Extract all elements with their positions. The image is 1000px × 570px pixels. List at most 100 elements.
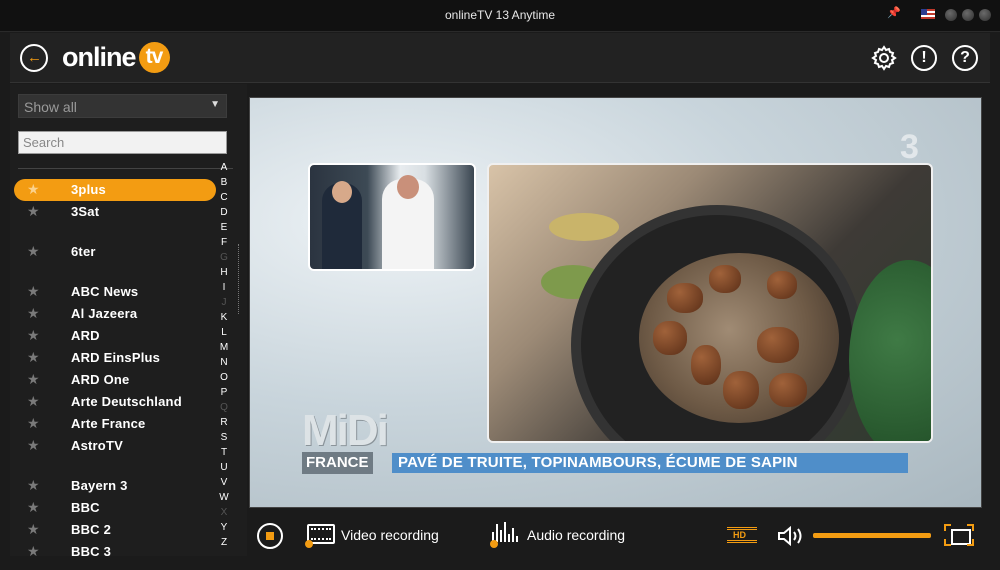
star-icon[interactable]: ★ (27, 543, 40, 556)
player-controls: Video recording Audio recording (249, 512, 982, 558)
alpha-letter-e[interactable]: E (216, 220, 232, 235)
channel-item-bbc[interactable]: ★ BBC (14, 497, 216, 519)
star-icon[interactable]: ★ (27, 203, 40, 220)
channel-name: Al Jazeera (71, 306, 138, 321)
alpha-letter-x: X (220, 507, 228, 518)
pin-icon[interactable]: 📌 (887, 6, 901, 20)
star-icon[interactable]: ★ (27, 243, 40, 260)
alpha-letter-p[interactable]: P (216, 385, 232, 400)
channel-name: Bayern 3 (71, 478, 128, 493)
star-icon[interactable]: ★ (27, 305, 40, 322)
channel-name: AstroTV (71, 438, 123, 453)
channel-item-6ter[interactable]: ★ 6ter (14, 241, 216, 263)
speaker-glyph (778, 525, 802, 547)
star-icon[interactable]: ★ (27, 499, 40, 516)
speaker-icon[interactable] (777, 525, 807, 547)
food-piece (723, 371, 759, 409)
channel-name: ARD EinsPlus (71, 350, 161, 365)
star-icon[interactable]: ★ (27, 327, 40, 344)
alpha-letter-s[interactable]: S (216, 430, 232, 445)
alpha-letter-k[interactable]: K (216, 310, 232, 325)
alpha-letter-t[interactable]: T (216, 445, 232, 460)
volume-level (813, 533, 931, 538)
record-dot-icon (305, 540, 313, 548)
alpha-letter-w[interactable]: W (216, 490, 232, 505)
star-icon[interactable]: ★ (27, 181, 40, 198)
alpha-letter-n[interactable]: N (216, 355, 232, 370)
channel-item-abc-news[interactable]: ★ ABC News (14, 281, 216, 303)
channel-item-arte-france[interactable]: ★ Arte France (14, 413, 216, 435)
corner-mark (944, 524, 951, 531)
channel-item-bayern-3[interactable]: ★ Bayern 3 (14, 475, 216, 497)
channel-item-bbc-2[interactable]: ★ BBC 2 (14, 519, 216, 541)
star-icon[interactable]: ★ (27, 371, 40, 388)
channel-item-ard-einsplus[interactable]: ★ ARD EinsPlus (14, 347, 216, 369)
channel-item-ard[interactable]: ★ ARD (14, 325, 216, 347)
channel-name: 3plus (71, 182, 106, 197)
channel-item-al-jazeera[interactable]: ★ Al Jazeera (14, 303, 216, 325)
star-icon[interactable]: ★ (27, 393, 40, 410)
alpha-letter-b[interactable]: B (216, 175, 232, 190)
alpha-letter-u[interactable]: U (216, 460, 232, 475)
video-recording-button[interactable]: Video recording (305, 522, 447, 550)
arrow-left-icon: ← (27, 49, 42, 66)
channel-item-arte-deutschland[interactable]: ★ Arte Deutschland (14, 391, 216, 413)
alpha-letter-f[interactable]: F (216, 235, 232, 250)
alpha-letter-o[interactable]: O (216, 370, 232, 385)
channel-item-bbc-3[interactable]: ★ BBC 3 (14, 541, 216, 556)
channel-item-astrotv[interactable]: ★ AstroTV (14, 435, 216, 457)
alpha-letter-m[interactable]: M (216, 340, 232, 355)
alpha-letter-a[interactable]: A (216, 160, 232, 175)
star-icon[interactable]: ★ (27, 283, 40, 300)
settings-button[interactable] (871, 45, 897, 71)
audio-recording-button[interactable]: Audio recording (490, 522, 632, 550)
alpha-letter-v[interactable]: V (216, 475, 232, 490)
alpha-letter-z[interactable]: Z (216, 535, 232, 550)
alpha-letter-h[interactable]: H (216, 265, 232, 280)
alpha-letter-i[interactable]: I (216, 280, 232, 295)
us-flag-icon[interactable] (921, 9, 935, 19)
channel-item-3sat[interactable]: ★ 3Sat (14, 201, 216, 223)
close-button[interactable] (979, 9, 991, 21)
maximize-button[interactable] (962, 9, 974, 21)
alpha-letter-c[interactable]: C (216, 190, 232, 205)
star-icon[interactable]: ★ (27, 437, 40, 454)
channel-item-ard-one[interactable]: ★ ARD One (14, 369, 216, 391)
star-icon[interactable]: ★ (27, 415, 40, 432)
search-input[interactable] (18, 131, 227, 154)
channel-name: Arte Deutschland (71, 394, 182, 409)
stop-button[interactable] (257, 523, 283, 549)
exclamation-icon: ! (921, 49, 927, 66)
food-piece (667, 283, 703, 313)
scroll-grip[interactable] (238, 244, 240, 314)
star-icon[interactable]: ★ (27, 349, 40, 366)
volume-slider[interactable] (813, 533, 931, 538)
video-player[interactable]: 3 MiDi FRANCE PAVÉ DE TRUITE, TOPINAMBOU… (249, 97, 982, 508)
food-piece (769, 373, 807, 407)
info-button[interactable]: ! (911, 45, 937, 71)
star-icon[interactable]: ★ (27, 477, 40, 494)
alpha-letter-l[interactable]: L (216, 325, 232, 340)
corner-mark (944, 539, 951, 546)
alpha-letter-d[interactable]: D (216, 205, 232, 220)
divider (18, 168, 233, 169)
lower-third-caption: PAVÉ DE TRUITE, TOPINAMBOURS, ÉCUME DE S… (392, 453, 908, 473)
back-button[interactable]: ← (20, 44, 48, 72)
help-button[interactable]: ? (952, 45, 978, 71)
quality-icon[interactable] (727, 527, 757, 543)
star-icon[interactable]: ★ (27, 521, 40, 538)
minimize-button[interactable] (945, 9, 957, 21)
video-recording-label: Video recording (341, 527, 439, 543)
filter-dropdown[interactable]: Show all ▼ (18, 94, 227, 118)
alpha-letter-r[interactable]: R (216, 415, 232, 430)
channel-sidebar: Show all ▼ ★ 3plus ★ 3Sat ★ 6ter ★ ABC N… (10, 84, 247, 556)
fullscreen-button[interactable] (944, 524, 974, 546)
corner-mark (967, 539, 974, 546)
channel-item-3plus[interactable]: ★ 3plus (14, 179, 216, 201)
alpha-letter-y[interactable]: Y (216, 520, 232, 535)
channel-list: ★ 3plus ★ 3Sat ★ 6ter ★ ABC News ★ Al Ja… (10, 174, 220, 556)
channel-name: 6ter (71, 244, 96, 259)
app-header: ← online tv ! ? (10, 33, 990, 83)
pot-contents (639, 253, 839, 423)
green-pot-lid (849, 260, 931, 441)
